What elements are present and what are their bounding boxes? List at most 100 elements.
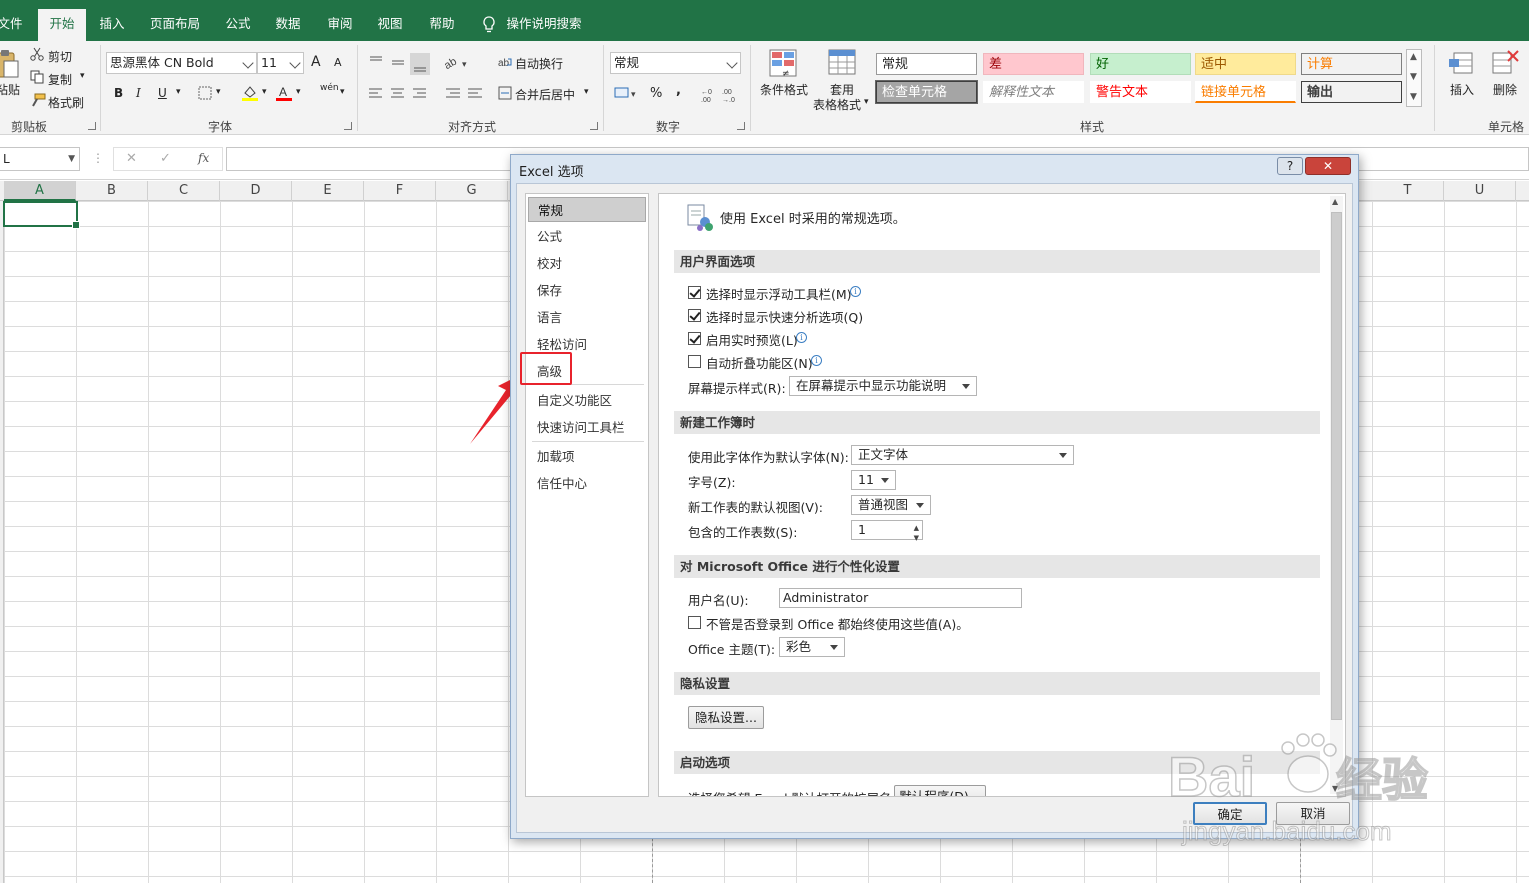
column-header-b[interactable]: B [76, 181, 148, 201]
scissors-icon[interactable] [30, 47, 44, 61]
chevron-up-icon[interactable]: ▲ [1410, 52, 1417, 62]
fill-color-dropdown-icon[interactable]: ▾ [262, 87, 267, 97]
italic-button[interactable]: I [136, 86, 141, 100]
copy-icon[interactable] [30, 70, 44, 84]
cut-button[interactable]: 剪切 [48, 48, 72, 65]
percent-button[interactable]: % [650, 86, 662, 101]
format-painter-button[interactable]: 格式刷 [48, 94, 84, 111]
decimal-icons[interactable]: ←0.00 .00→.0 [700, 85, 740, 103]
nav-item-customize-ribbon[interactable]: 自定义功能区 [528, 388, 646, 413]
help-button[interactable]: ? [1277, 157, 1303, 175]
cell-style-7[interactable]: 解释性文本 [983, 81, 1084, 103]
copy-dropdown-icon[interactable]: ▾ [80, 71, 85, 81]
office-theme-dropdown[interactable]: 彩色 [779, 637, 845, 657]
screentip-style-dropdown[interactable]: 在屏幕提示中显示功能说明 [789, 376, 977, 396]
paste-icon[interactable] [0, 49, 20, 79]
column-header-g[interactable]: G [436, 181, 508, 201]
comma-button[interactable]: , [676, 83, 681, 98]
number-launcher-icon[interactable] [737, 122, 745, 130]
tab-file[interactable]: 文件 [0, 10, 26, 41]
tab-view[interactable]: 视图 [368, 10, 412, 41]
font-color-dropdown-icon[interactable]: ▾ [296, 87, 301, 97]
nav-item-quick-access-toolbar[interactable]: 快速访问工具栏 [528, 415, 646, 440]
column-header-u[interactable]: U [1444, 181, 1516, 201]
font-name-combo[interactable]: 思源黑体 CN Bold [106, 52, 257, 74]
checkbox-collapse-ribbon[interactable] [688, 355, 701, 368]
cell-style-1[interactable]: 常规 [876, 53, 977, 75]
info-icon[interactable]: i [811, 355, 822, 366]
content-scrollbar[interactable]: ▲ ▼ [1330, 196, 1343, 794]
column-header-d[interactable]: D [220, 181, 292, 201]
checkbox-live-preview[interactable] [688, 332, 701, 345]
wrap-text-button[interactable]: 自动换行 [515, 55, 563, 72]
alignment-launcher-icon[interactable] [590, 122, 598, 130]
merge-dropdown-icon[interactable]: ▾ [584, 87, 589, 97]
name-box[interactable]: L ▼ [0, 147, 80, 171]
username-input[interactable]: Administrator [779, 588, 1022, 608]
scroll-thumb[interactable] [1331, 212, 1342, 720]
tab-review[interactable]: 审阅 [318, 10, 362, 41]
cell-style-8[interactable]: 警告文本 [1090, 81, 1191, 103]
orientation-icon[interactable]: ab ▾ [442, 53, 472, 73]
format-table-label-2[interactable]: 表格格式 [813, 96, 861, 113]
font-launcher-icon[interactable] [344, 122, 352, 130]
fill-color-icon[interactable] [241, 84, 259, 102]
delete-cells-icon[interactable] [1490, 49, 1520, 79]
shrink-font-button[interactable]: A [334, 56, 342, 69]
paste-label[interactable]: 粘贴 [0, 81, 20, 98]
nav-item-formulas[interactable]: 公式 [528, 224, 646, 249]
lightbulb-icon[interactable] [482, 16, 496, 34]
close-icon[interactable]: ✕ [1305, 157, 1351, 175]
insert-cells-icon[interactable] [1448, 49, 1476, 79]
default-programs-button[interactable]: 默认程序(D)... [894, 785, 986, 796]
merge-center-button[interactable]: 合并后居中 [515, 86, 575, 103]
info-icon[interactable]: i [850, 286, 861, 297]
font-size-dropdown[interactable]: 11 [851, 470, 896, 490]
more-icon[interactable]: ▼ [1410, 92, 1417, 102]
format-painter-icon[interactable] [30, 93, 46, 107]
tab-help[interactable]: 帮助 [420, 10, 464, 41]
column-header-t[interactable]: T [1372, 181, 1444, 201]
conditional-format-button[interactable]: 条件格式 [760, 81, 808, 98]
privacy-settings-button[interactable]: 隐私设置... [688, 706, 764, 729]
chevron-down-icon[interactable]: ▼ [1410, 72, 1417, 82]
insert-cells-button[interactable]: 插入 [1450, 81, 1474, 98]
grow-font-button[interactable]: A [311, 54, 321, 70]
cell-style-4[interactable]: 适中 [1195, 53, 1296, 75]
conditional-format-icon[interactable]: ≠ [768, 48, 800, 80]
gallery-scroll[interactable]: ▲ ▼ ▼ [1406, 49, 1422, 107]
wrap-text-icon[interactable]: ab [498, 55, 512, 69]
nav-item-language[interactable]: 语言 [528, 305, 646, 330]
delete-cells-button[interactable]: 删除 [1493, 81, 1517, 98]
tab-data[interactable]: 数据 [266, 10, 310, 41]
nav-item-add-ins[interactable]: 加载项 [528, 444, 646, 469]
tab-insert[interactable]: 插入 [90, 10, 134, 41]
active-cell-a1[interactable] [3, 201, 80, 229]
sheet-count-spinner[interactable]: 1 ▲ ▼ [851, 520, 923, 542]
font-size-combo[interactable]: 11 [257, 52, 304, 74]
checkbox-quick-analysis[interactable] [688, 309, 701, 322]
cell-style-5[interactable]: 计算 [1301, 53, 1402, 75]
tab-page-layout[interactable]: 页面布局 [144, 10, 206, 41]
nav-item-proofing[interactable]: 校对 [528, 251, 646, 276]
checkbox-mini-toolbar[interactable] [688, 286, 701, 299]
clipboard-launcher-icon[interactable] [88, 122, 96, 130]
cell-style-2[interactable]: 差 [983, 53, 1084, 75]
checkbox-always-use-values[interactable] [688, 616, 701, 629]
font-color-icon[interactable]: A [275, 84, 293, 102]
underline-dropdown-icon[interactable]: ▾ [176, 87, 181, 97]
nav-item-trust-center[interactable]: 信任中心 [528, 471, 646, 496]
default-view-dropdown[interactable]: 普通视图 [851, 495, 931, 515]
number-format-combo[interactable]: 常规 [610, 52, 741, 74]
cell-style-6[interactable]: 检查单元格 [875, 80, 978, 104]
tab-home[interactable]: 开始 [38, 9, 86, 41]
underline-button[interactable]: U [158, 86, 167, 100]
column-header-e[interactable]: E [292, 181, 364, 201]
cancel-icon[interactable]: ✕ [126, 151, 137, 166]
insert-function-button[interactable]: fx [198, 151, 209, 165]
cell-style-10[interactable]: 输出 [1301, 81, 1402, 103]
spin-down-icon[interactable]: ▼ [914, 529, 919, 547]
bold-button[interactable]: B [114, 86, 123, 100]
format-as-table-icon[interactable] [827, 48, 859, 80]
accounting-format-icon[interactable]: ▾ [614, 85, 638, 103]
